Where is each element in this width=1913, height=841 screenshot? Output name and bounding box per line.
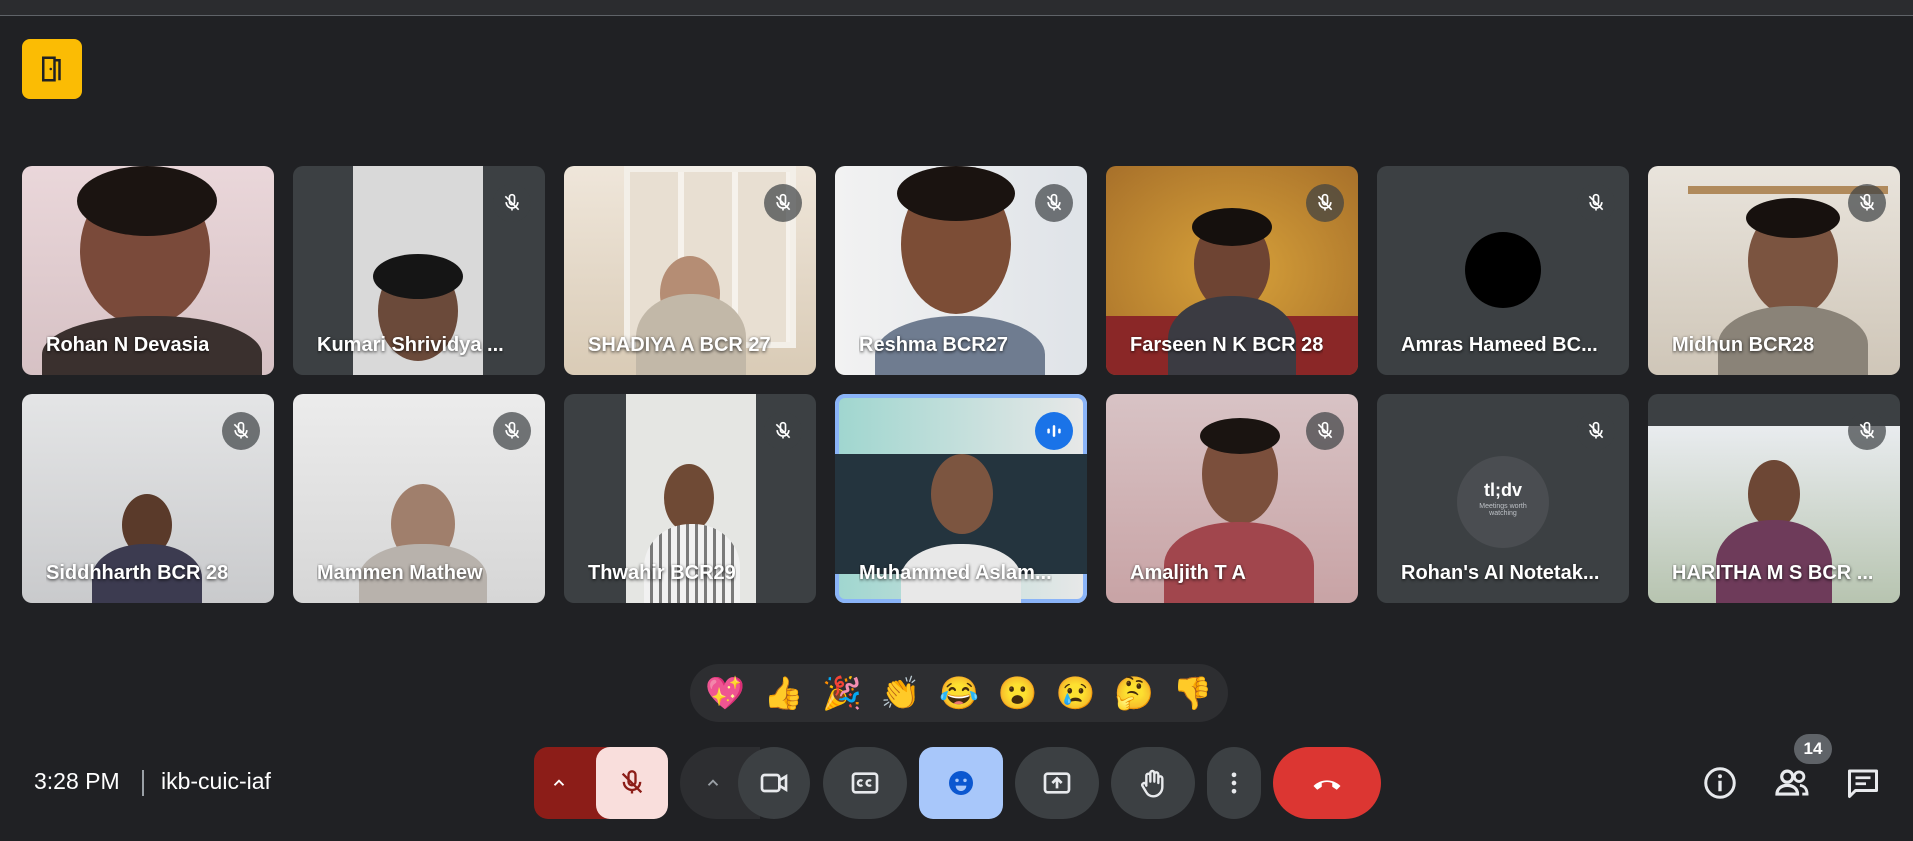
participant-name: Mammen Mathew [317, 562, 483, 584]
participant-tile[interactable]: tl;dv Meetings worth watching Rohan's AI… [1377, 394, 1629, 603]
microphone-toggle-button[interactable] [596, 747, 668, 819]
browser-top-bar [0, 0, 1913, 16]
participant-name: Thwahir BCR29 [588, 562, 736, 584]
notetaker-logo-text: tl;dv [1484, 480, 1522, 500]
notetaker-avatar: tl;dv Meetings worth watching [1457, 456, 1549, 548]
reaction-laughing[interactable]: 😂 [939, 677, 979, 709]
present-now-button[interactable] [1015, 747, 1099, 819]
participant-name: Rohan's AI Notetak... [1401, 562, 1600, 584]
divider [142, 770, 144, 796]
participant-name: SHADIYA A BCR 27 [588, 334, 771, 356]
participant-name: Muhammed Aslam... [859, 562, 1052, 584]
notetaker-tagline: Meetings worth watching [1479, 503, 1527, 517]
camera-toggle-button[interactable] [738, 747, 810, 819]
hang-up-icon [1313, 780, 1341, 790]
reaction-surprised[interactable]: 😮 [997, 677, 1037, 709]
mic-off-icon [493, 184, 531, 222]
chevron-up-icon [707, 779, 719, 786]
smiley-icon [949, 771, 973, 795]
mic-off-icon [1577, 412, 1615, 450]
mic-off-icon [1306, 184, 1344, 222]
avatar [1465, 232, 1541, 308]
send-reaction-button[interactable] [919, 747, 1003, 819]
captions-button[interactable] [823, 747, 907, 819]
video-camera-icon [760, 773, 788, 793]
people-icon [1775, 769, 1809, 796]
closed-captions-icon [851, 772, 879, 794]
reaction-party-popper[interactable]: 🎉 [822, 677, 862, 709]
mic-off-icon [1848, 184, 1886, 222]
participant-name: Midhun BCR28 [1672, 334, 1815, 356]
meeting-details-button[interactable] [1697, 760, 1743, 806]
chevron-up-icon [553, 779, 565, 786]
participant-name: Amras Hameed BC... [1401, 334, 1598, 356]
participant-tile[interactable]: Kumari Shrividya ... [293, 166, 545, 375]
more-options-button[interactable] [1207, 747, 1261, 819]
participant-tile[interactable]: Thwahir BCR29 [564, 394, 816, 603]
participant-tile[interactable]: SHADIYA A BCR 27 [564, 166, 816, 375]
reaction-thumbs-up[interactable]: 👍 [764, 677, 804, 709]
chat-icon [1848, 769, 1878, 798]
participant-name: Farseen N K BCR 28 [1130, 334, 1324, 356]
participant-name: Reshma BCR27 [859, 334, 1008, 356]
reaction-thinking[interactable]: 🤔 [1114, 677, 1154, 709]
mic-off-icon [621, 770, 643, 794]
participant-tile[interactable]: Reshma BCR27 [835, 166, 1087, 375]
participant-tile[interactable]: Midhun BCR28 [1648, 166, 1900, 375]
more-vert-icon [1231, 772, 1237, 794]
mic-off-icon [222, 412, 260, 450]
speaking-indicator-icon [1035, 412, 1073, 450]
participant-count-badge: 14 [1794, 734, 1832, 764]
participant-name: Kumari Shrividya ... [317, 334, 504, 356]
mic-off-icon [493, 412, 531, 450]
people-button[interactable] [1769, 760, 1815, 806]
participant-name: Rohan N Devasia [46, 334, 210, 356]
participant-tile[interactable]: Amaljith T A [1106, 394, 1358, 603]
mic-off-icon [1035, 184, 1073, 222]
mic-off-icon [1848, 412, 1886, 450]
info-icon [1704, 767, 1736, 799]
reaction-sparkling-heart[interactable]: 💖 [705, 677, 745, 709]
camera-controls [680, 747, 810, 819]
participant-tile[interactable]: Amras Hameed BC... [1377, 166, 1629, 375]
chat-button[interactable] [1840, 760, 1886, 806]
participant-tile[interactable]: HARITHA M S BCR ... [1648, 394, 1900, 603]
reaction-clapping[interactable]: 👏 [881, 677, 921, 709]
leave-call-button[interactable] [1273, 747, 1381, 819]
microphone-controls [534, 747, 668, 819]
meeting-code: ikb-cuic-iaf [161, 768, 271, 794]
participant-name: HARITHA M S BCR ... [1672, 562, 1874, 584]
reaction-crying[interactable]: 😢 [1056, 677, 1096, 709]
reaction-thumbs-down[interactable]: 👎 [1173, 677, 1213, 709]
hand-icon [1141, 769, 1164, 798]
participant-tile[interactable]: Rohan N Devasia [22, 166, 274, 375]
participant-tile[interactable]: Mammen Mathew [293, 394, 545, 603]
participant-tile[interactable]: Farseen N K BCR 28 [1106, 166, 1358, 375]
participant-tile-active-speaker[interactable]: Muhammed Aslam... [835, 394, 1087, 603]
reactions-bar: 💖 👍 🎉 👏 😂 😮 😢 🤔 👎 [690, 664, 1228, 722]
mic-off-icon [764, 412, 802, 450]
mic-off-icon [1577, 184, 1615, 222]
meeting-badge-icon[interactable] [22, 39, 82, 99]
participant-tile[interactable]: Siddhharth BCR 28 [22, 394, 274, 603]
raise-hand-button[interactable] [1111, 747, 1195, 819]
mic-off-icon [1306, 412, 1344, 450]
participant-name: Amaljith T A [1130, 562, 1246, 584]
present-screen-icon [1043, 772, 1071, 794]
mic-off-icon [764, 184, 802, 222]
participant-name: Siddhharth BCR 28 [46, 562, 229, 584]
meeting-time: 3:28 PM [34, 768, 120, 794]
